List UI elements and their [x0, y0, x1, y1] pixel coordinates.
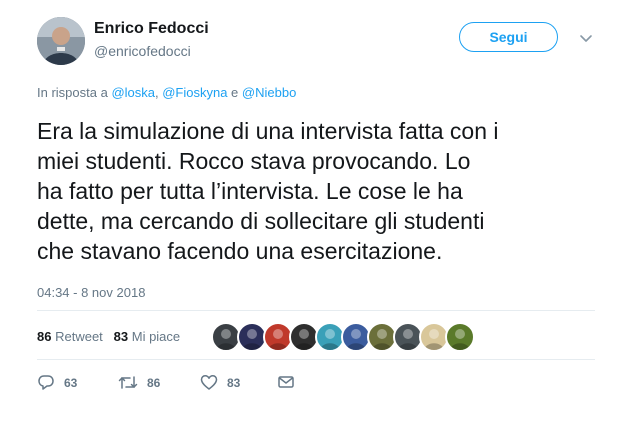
divider: [37, 310, 595, 311]
reply-action[interactable]: 63: [37, 374, 77, 391]
tweet-line: dette, ma cercando di sollecitare gli st…: [37, 208, 485, 234]
retweet-action-count: 86: [147, 375, 161, 390]
reply-prefix: In risposta a: [37, 85, 112, 100]
like-action[interactable]: 83: [200, 374, 240, 391]
reply-user-link[interactable]: @Niebbo: [242, 85, 296, 100]
author-avatar-image: [37, 17, 85, 65]
author-name[interactable]: Enrico Fedocci: [94, 20, 209, 38]
tweet-text: Era la simulazione di una intervista fat…: [37, 116, 627, 266]
like-label: Mi piace: [131, 329, 181, 344]
like-stat[interactable]: 83 Mi piace: [114, 329, 181, 344]
liker-avatar[interactable]: [445, 322, 475, 352]
heart-icon: [200, 375, 218, 390]
tweet-line: miei studenti. Rocco stava provocando. L…: [37, 148, 471, 174]
like-count: 83: [113, 329, 129, 344]
reply-user-link[interactable]: @Fioskyna: [162, 85, 227, 100]
retweet-label: Retweet: [55, 329, 103, 344]
retweet-stat[interactable]: 86 Retweet: [37, 329, 103, 344]
reply-context: In risposta a @loska, @Fioskyna e @Niebb…: [37, 85, 296, 100]
follow-button[interactable]: Segui: [459, 22, 558, 52]
retweet-action[interactable]: 86: [118, 374, 160, 391]
reply-icon: [38, 375, 54, 390]
tweet-line: Era la simulazione di una intervista fat…: [37, 118, 499, 144]
divider: [37, 359, 595, 360]
chevron-down-icon[interactable]: [579, 34, 593, 44]
message-action[interactable]: [277, 374, 295, 390]
tweet-timestamp[interactable]: 04:34 - 8 nov 2018: [37, 285, 145, 300]
reply-separator: e: [227, 85, 242, 100]
tweet-line: ha fatto per tutta l’intervista. Le cose…: [37, 178, 463, 204]
avatar[interactable]: [37, 17, 85, 65]
retweet-icon: [118, 376, 138, 389]
envelope-icon: [278, 376, 294, 388]
reply-count: 63: [64, 375, 78, 390]
like-action-count: 83: [227, 375, 241, 390]
tweet-line: che stavano facendo una esercitazione.: [37, 238, 443, 264]
author-handle[interactable]: @enricofedocci: [94, 43, 191, 59]
tweet-stats: 86 Retweet 83 Mi piace: [37, 329, 180, 344]
reply-user-link[interactable]: @loska: [111, 85, 155, 100]
retweet-count: 86: [37, 329, 52, 344]
